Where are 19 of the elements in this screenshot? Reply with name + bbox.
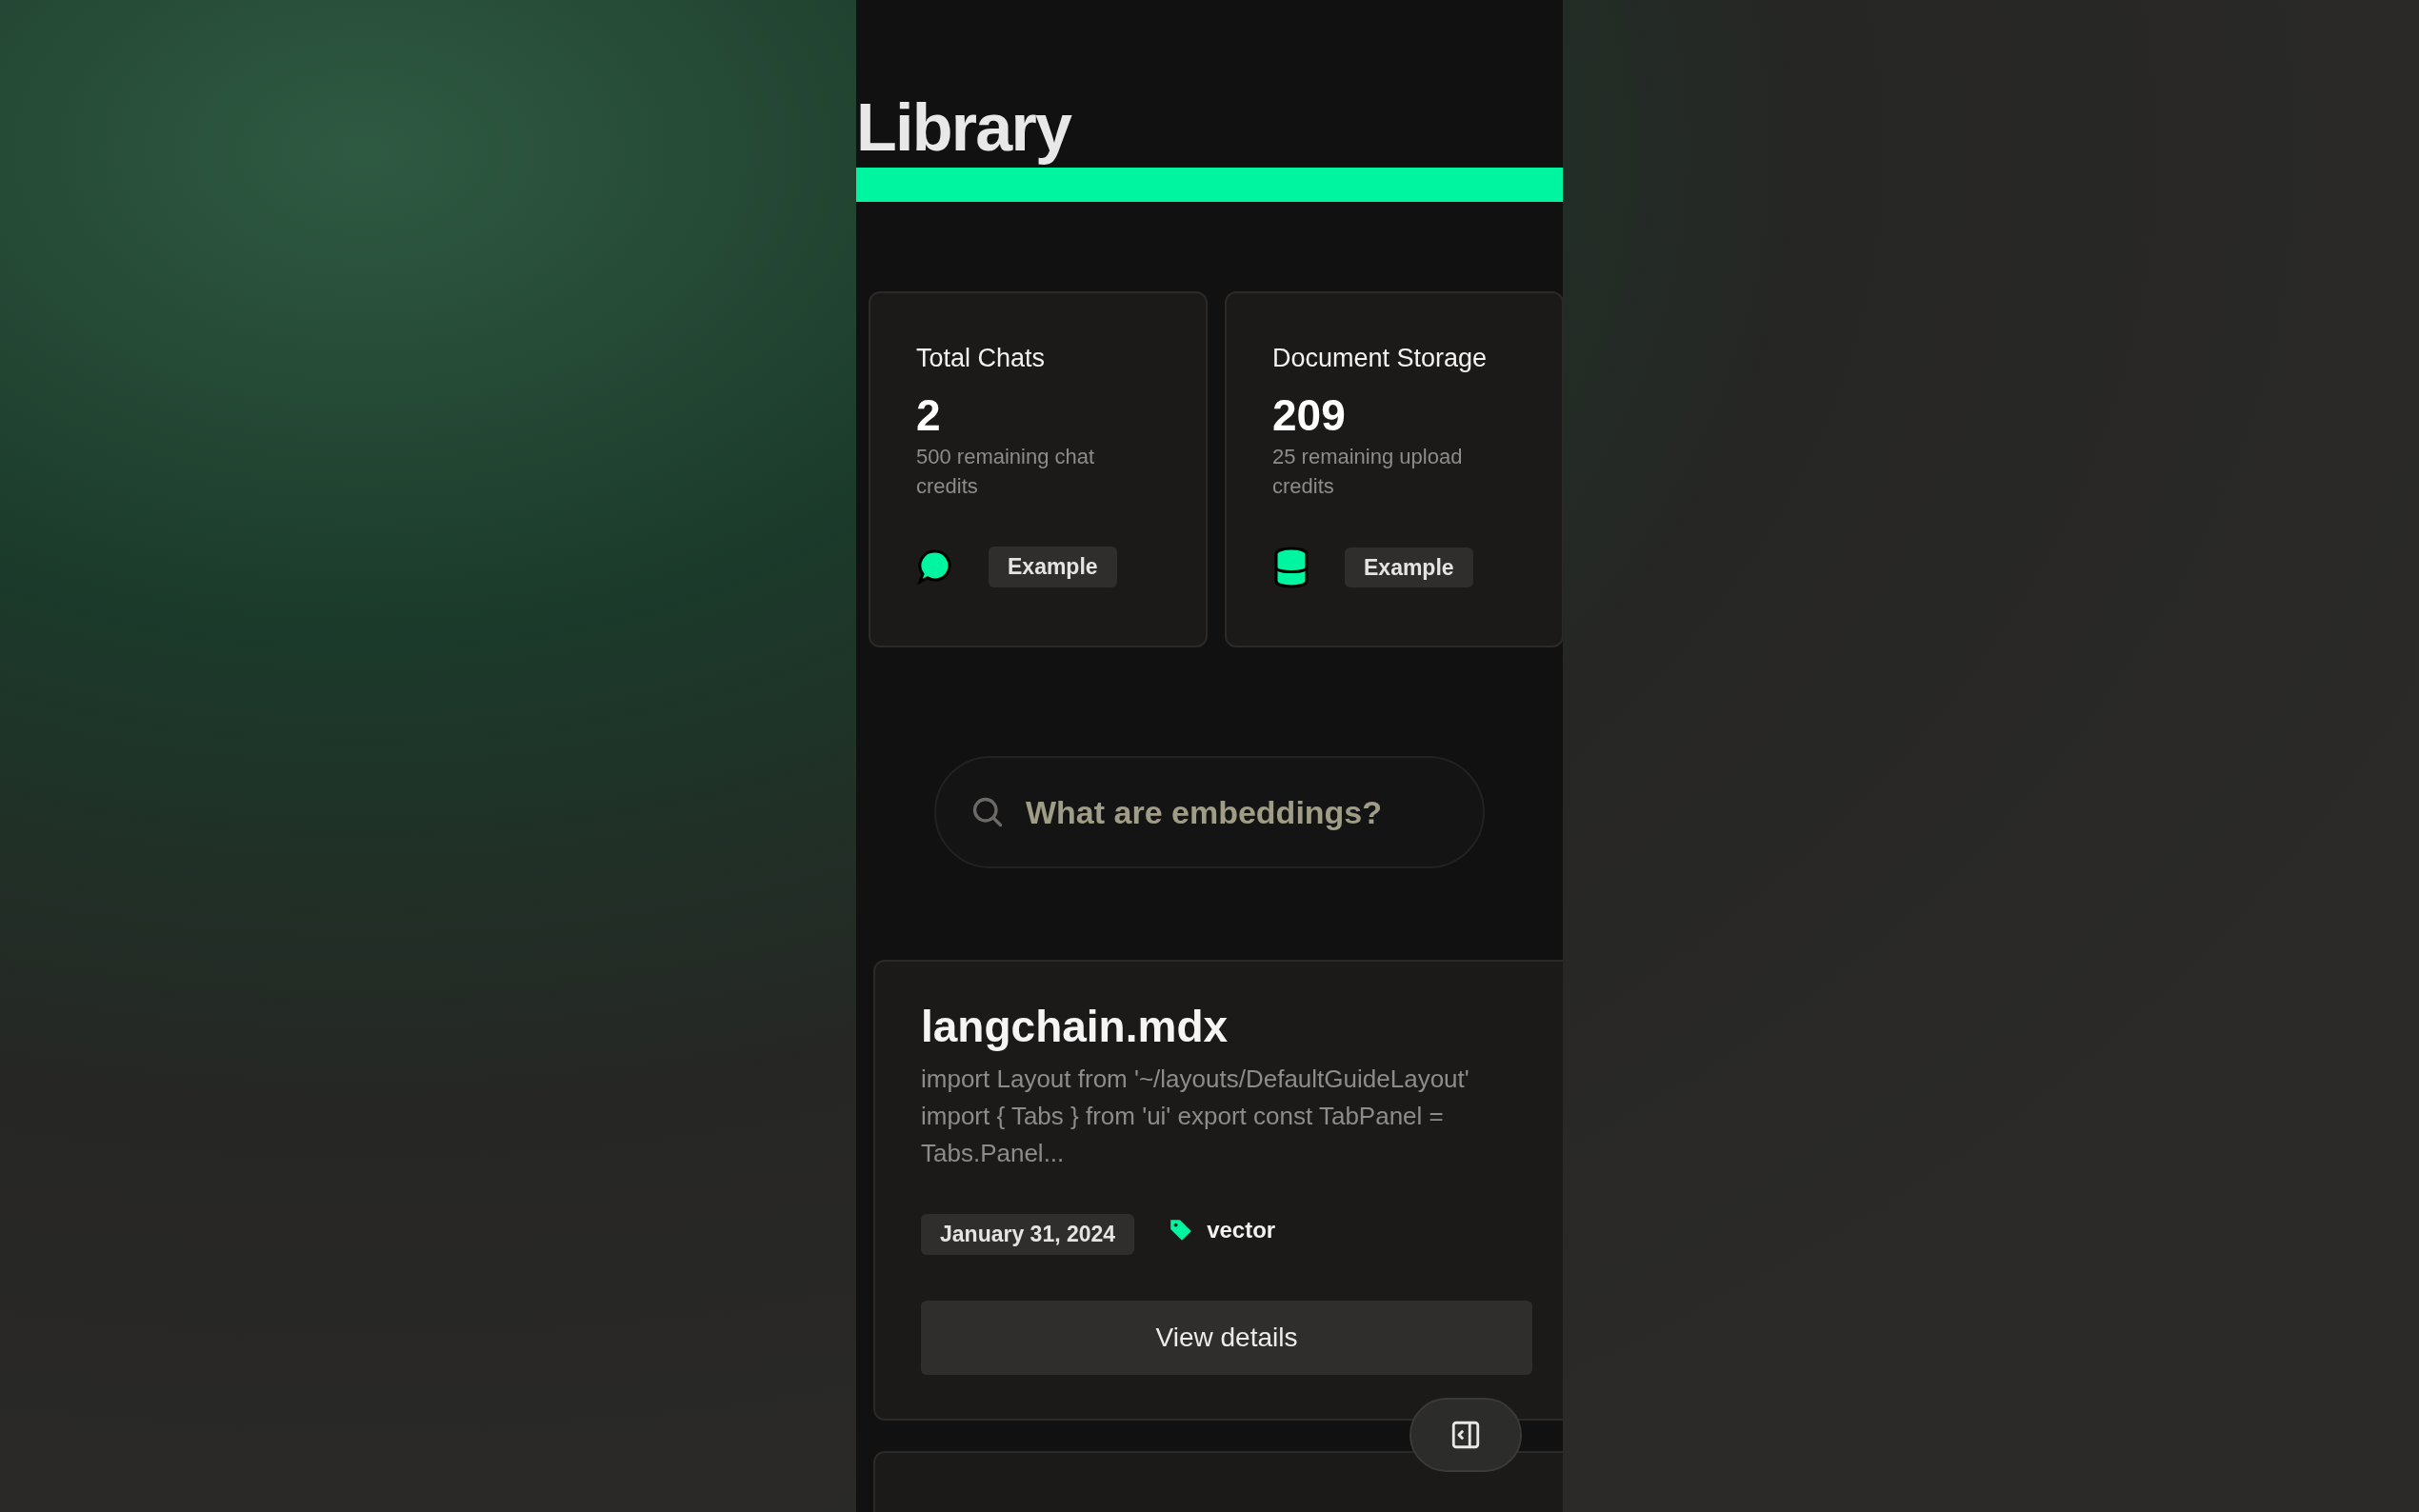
- chat-bubble-icon: [916, 547, 954, 587]
- search-icon: [970, 795, 1005, 829]
- page-title: Library: [856, 90, 1073, 167]
- stat-title: Total Chats: [916, 343, 1047, 374]
- stat-value: 2: [916, 390, 942, 440]
- view-details-button[interactable]: View details: [921, 1300, 1532, 1375]
- stat-subtitle: 25 remaining upload credits: [1272, 444, 1464, 500]
- document-excerpt: import Layout from '~/layouts/DefaultGuideLayout' import { Tabs } from 'ui' export const TabPanel = Tabs.Panel...: [921, 1064, 1470, 1169]
- document-title: langchain.mdx: [921, 1001, 1229, 1053]
- example-badge: Example: [1345, 547, 1473, 588]
- example-badge: Example: [989, 547, 1117, 587]
- tag-label: vector: [1207, 1216, 1276, 1245]
- stat-title: Document Storage: [1272, 343, 1489, 374]
- date-badge: January 31, 2024: [921, 1214, 1135, 1255]
- stat-value: 209: [1272, 390, 1347, 440]
- panel-collapse-icon: [1449, 1419, 1482, 1451]
- stat-subtitle: 500 remaining chat credits: [916, 444, 1096, 500]
- database-icon: [1272, 547, 1310, 588]
- search-field[interactable]: What are embeddings?: [934, 756, 1485, 868]
